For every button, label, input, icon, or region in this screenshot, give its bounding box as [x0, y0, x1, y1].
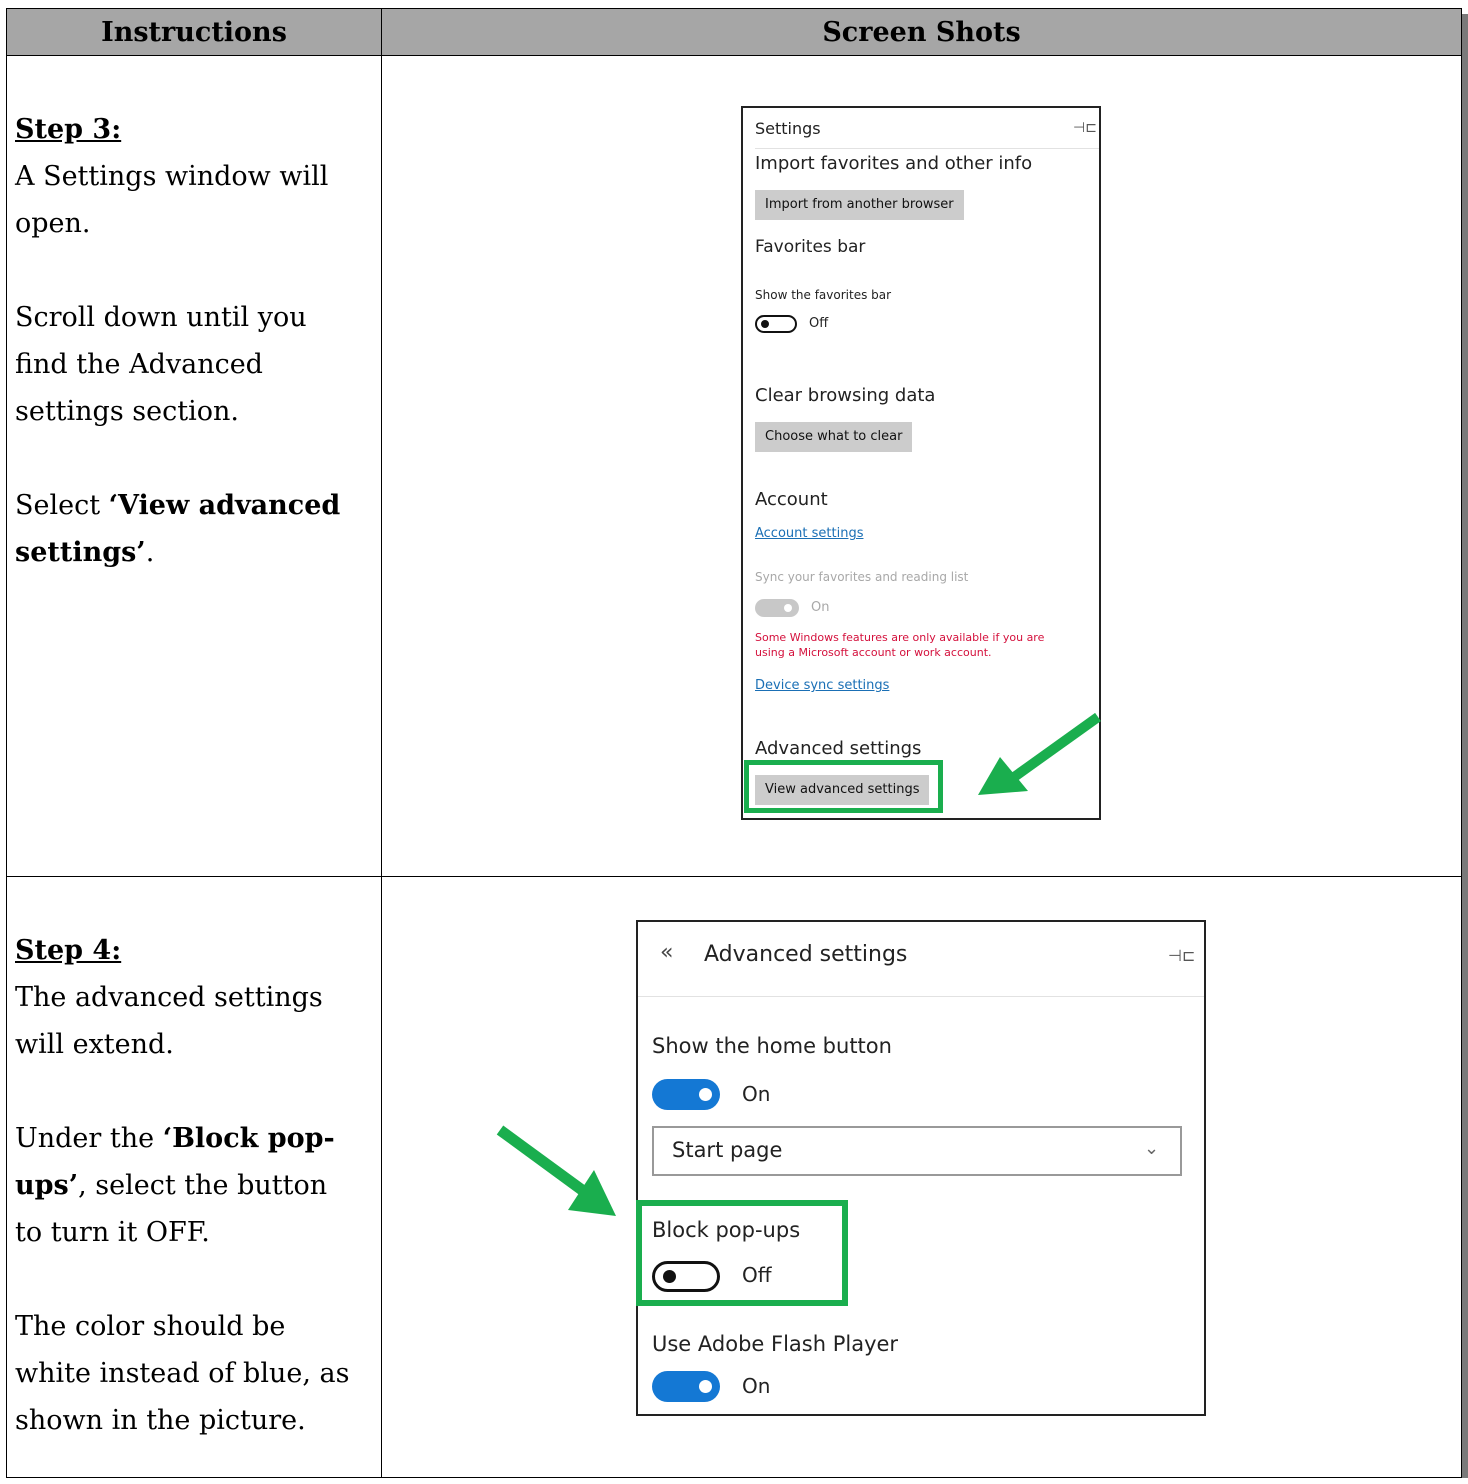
advanced-heading: Advanced settings — [755, 738, 922, 759]
sync-toggle — [755, 599, 799, 617]
flash-player-toggle[interactable] — [652, 1371, 720, 1402]
import-button[interactable]: Import from another browser — [755, 190, 964, 220]
back-chevron-icon[interactable]: « — [660, 940, 673, 965]
pin-icon[interactable]: ⊣⊏ — [1073, 120, 1097, 136]
sync-label: Sync your favorites and reading list — [755, 570, 969, 584]
home-button-label: Show the home button — [652, 1034, 892, 1058]
highlight-box-advanced — [744, 760, 943, 813]
pin-icon[interactable]: ⊣⊏ — [1168, 946, 1195, 965]
chevron-down-icon: ⌄ — [1144, 1138, 1160, 1159]
favorites-bar-toggle[interactable] — [755, 315, 797, 333]
clear-heading: Clear browsing data — [755, 385, 936, 406]
import-heading: Import favorites and other info — [755, 153, 1033, 174]
show-favorites-label: Show the favorites bar — [755, 288, 892, 302]
step4-line1: The advanced settings will extend. — [15, 982, 323, 1060]
account-settings-link[interactable]: Account settings — [755, 526, 863, 541]
home-page-select[interactable]: Start page ⌄ — [652, 1126, 1182, 1176]
advanced-title: Advanced settings — [704, 942, 908, 967]
highlight-box-block-popups — [636, 1200, 848, 1306]
header-instructions: Instructions — [6, 8, 382, 56]
account-heading: Account — [755, 489, 828, 510]
green-arrow-icon — [978, 712, 1101, 795]
sync-toggle-state: On — [811, 600, 830, 615]
table-shadow — [1462, 14, 1468, 1478]
flash-toggle-state: On — [742, 1374, 771, 1398]
settings-title: Settings — [755, 119, 821, 138]
choose-what-to-clear-button[interactable]: Choose what to clear — [755, 422, 913, 452]
step3-line3: Select ‘View advanced settings’. — [15, 490, 341, 568]
advanced-settings-screenshot: « Advanced settings ⊣⊏ Show the home but… — [636, 920, 1206, 1416]
step4-text: Step 4: The advanced settings will exten… — [15, 927, 360, 1444]
step3-title: Step 3: — [15, 114, 122, 145]
step4-line2: Under the ‘Block pop-ups’, select the bu… — [15, 1123, 335, 1248]
step4-title: Step 4: — [15, 935, 122, 966]
header-screenshots: Screen Shots — [381, 8, 1462, 56]
step3-line1: A Settings window will open. — [15, 161, 329, 239]
step3-text: Step 3: A Settings window will open. Scr… — [15, 106, 360, 576]
favorites-heading: Favorites bar — [755, 237, 866, 257]
flash-player-label: Use Adobe Flash Player — [652, 1332, 899, 1356]
step3-line2: Scroll down until you find the Advanced … — [15, 302, 307, 427]
device-sync-link[interactable]: Device sync settings — [755, 678, 889, 693]
divider — [755, 148, 1099, 149]
account-warning: Some Windows features are only available… — [755, 631, 1045, 659]
home-toggle-state: On — [742, 1082, 771, 1106]
green-arrow-icon — [496, 1125, 616, 1216]
favorites-toggle-state: Off — [809, 316, 829, 331]
divider — [638, 996, 1204, 997]
select-value: Start page — [672, 1138, 783, 1162]
step4-line3: The color should be white instead of blu… — [15, 1311, 350, 1436]
home-button-toggle[interactable] — [652, 1079, 720, 1110]
